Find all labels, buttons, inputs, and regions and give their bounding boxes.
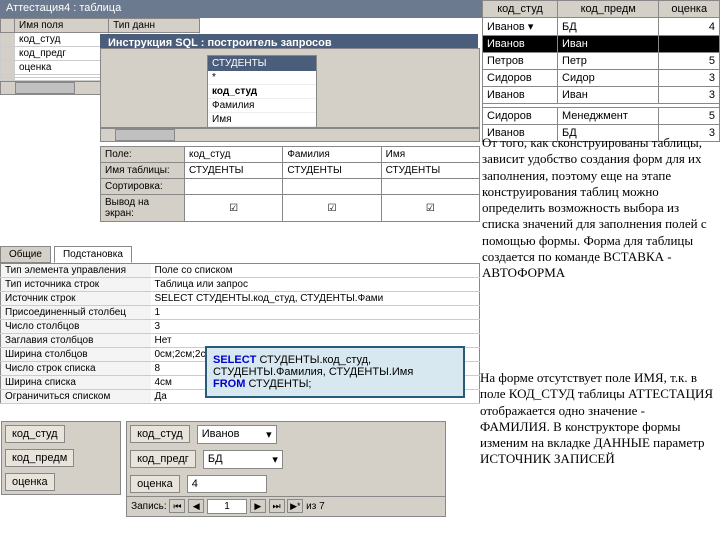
dg-header[interactable]: код_студ	[483, 1, 558, 18]
table-row[interactable]: Иванов ▾БД4	[483, 18, 720, 36]
property-tabs: Общие Подстановка	[0, 246, 480, 263]
plabel: Тип источника строк	[1, 278, 151, 292]
qbe-label: Имя таблицы:	[101, 163, 185, 179]
qbe-grid[interactable]: Поле:код_студФамилияИмя Имя таблицы:СТУД…	[100, 146, 480, 222]
pvalue[interactable]: Поле со списком	[151, 264, 480, 278]
nav-record-input[interactable]: 1	[207, 499, 247, 514]
nav-last-button[interactable]: ⏭	[269, 499, 285, 513]
nav-next-button[interactable]: ▶	[250, 499, 266, 513]
qbe-cell[interactable]	[381, 179, 479, 195]
qbe-check[interactable]: ☑	[381, 195, 479, 222]
nav-first-button[interactable]: ⏮	[169, 499, 185, 513]
field-item[interactable]: Имя	[208, 113, 316, 127]
form-label: код_предм	[5, 449, 74, 467]
qbe-check[interactable]: ☑	[283, 195, 381, 222]
qbe-cell[interactable]: код_студ	[185, 147, 283, 163]
qbe-cell[interactable]	[283, 179, 381, 195]
pvalue[interactable]: 1	[151, 306, 480, 320]
qbe-label: Сортировка:	[101, 179, 185, 195]
qbe-cell[interactable]: СТУДЕНТЫ	[381, 163, 479, 179]
qbe-label: Поле:	[101, 147, 185, 163]
input-grade[interactable]: 4	[187, 475, 267, 493]
pvalue[interactable]: 3	[151, 320, 480, 334]
plabel: Ширина списка	[1, 376, 151, 390]
cell[interactable]: код_студ	[15, 33, 109, 47]
table-row-selected[interactable]: ИвановИван	[483, 36, 720, 53]
body-text-1: От того, как сконструированы таблицы, за…	[482, 135, 718, 281]
source-table-box[interactable]: СТУДЕНТЫ * код_студ Фамилия Имя	[207, 55, 317, 128]
form-preview-labels: код_студ код_предм оценка	[1, 421, 121, 495]
form-label: оценка	[5, 473, 55, 491]
tab-general[interactable]: Общие	[0, 246, 51, 263]
form-label: оценка	[130, 475, 180, 493]
form-preview: код_студ Иванов▾ код_предг БД▾ оценка 4 …	[126, 421, 446, 517]
plabel: Заглавия столбцов	[1, 334, 151, 348]
col-fieldname: Имя поля	[15, 19, 109, 33]
datasheet-grid[interactable]: код_студкод_предмоценка Иванов ▾БД4 Иван…	[482, 0, 720, 142]
tab-lookup[interactable]: Подстановка	[54, 246, 132, 263]
qbe-cell[interactable]: Имя	[381, 147, 479, 163]
plabel: Число столбцов	[1, 320, 151, 334]
nav-prev-button[interactable]: ◀	[188, 499, 204, 513]
combo-subj[interactable]: БД▾	[203, 450, 283, 469]
table-box-title: СТУДЕНТЫ	[208, 56, 316, 71]
h-scrollbar[interactable]	[100, 128, 480, 142]
form-label: код_предг	[130, 450, 196, 468]
chevron-down-icon[interactable]: ▾	[272, 453, 278, 466]
field-item[interactable]: Фамилия	[208, 99, 316, 113]
nav-label: Запись:	[131, 501, 167, 512]
qbe-cell[interactable]: Фамилия	[283, 147, 381, 163]
pvalue[interactable]: SELECT СТУДЕНТЫ.код_студ, СТУДЕНТЫ.Фами	[151, 292, 480, 306]
pvalue[interactable]: Таблица или запрос	[151, 278, 480, 292]
record-navigator: Запись: ⏮ ◀ 1 ▶ ⏭ ▶* из 7	[127, 496, 445, 516]
body-text-2: На форме отсутствует поле ИМЯ, т.к. в по…	[480, 370, 718, 468]
col-datatype: Тип данн	[109, 19, 200, 33]
dg-header[interactable]: оценка	[659, 1, 720, 18]
plabel: Тип элемента управления	[1, 264, 151, 278]
chevron-down-icon[interactable]: ▾	[266, 428, 272, 441]
plabel: Ширина столбцов	[1, 348, 151, 362]
form-label: код_студ	[5, 425, 65, 443]
table-row[interactable]: ПетровПетр5	[483, 53, 720, 70]
qbe-check[interactable]: ☑	[185, 195, 283, 222]
sql-callout: SELECT СТУДЕНТЫ.код_студ, СТУДЕНТЫ.Фамил…	[205, 346, 465, 398]
qbe-label: Вывод на экран:	[101, 195, 185, 222]
nav-new-button[interactable]: ▶*	[287, 499, 303, 513]
table-row[interactable]: ИвановИван3	[483, 87, 720, 104]
qbe-cell[interactable]: СТУДЕНТЫ	[283, 163, 381, 179]
field-item[interactable]: код_студ	[208, 85, 316, 99]
field-star[interactable]: *	[208, 71, 316, 85]
dg-header[interactable]: код_предм	[558, 1, 659, 18]
combo-stud[interactable]: Иванов▾	[197, 425, 277, 444]
nav-total: из 7	[306, 501, 325, 512]
qbe-cell[interactable]	[185, 179, 283, 195]
qbe-cell[interactable]: СТУДЕНТЫ	[185, 163, 283, 179]
table-row[interactable]: СидоровМенеджмент5	[483, 108, 720, 125]
table-row[interactable]: СидоровСидор3	[483, 70, 720, 87]
plabel: Источник строк	[1, 292, 151, 306]
chevron-down-icon[interactable]: ▾	[528, 21, 534, 33]
plabel: Присоединенный столбец	[1, 306, 151, 320]
plabel: Ограничиться списком	[1, 390, 151, 404]
plabel: Число строк списка	[1, 362, 151, 376]
form-label: код_студ	[130, 425, 190, 443]
